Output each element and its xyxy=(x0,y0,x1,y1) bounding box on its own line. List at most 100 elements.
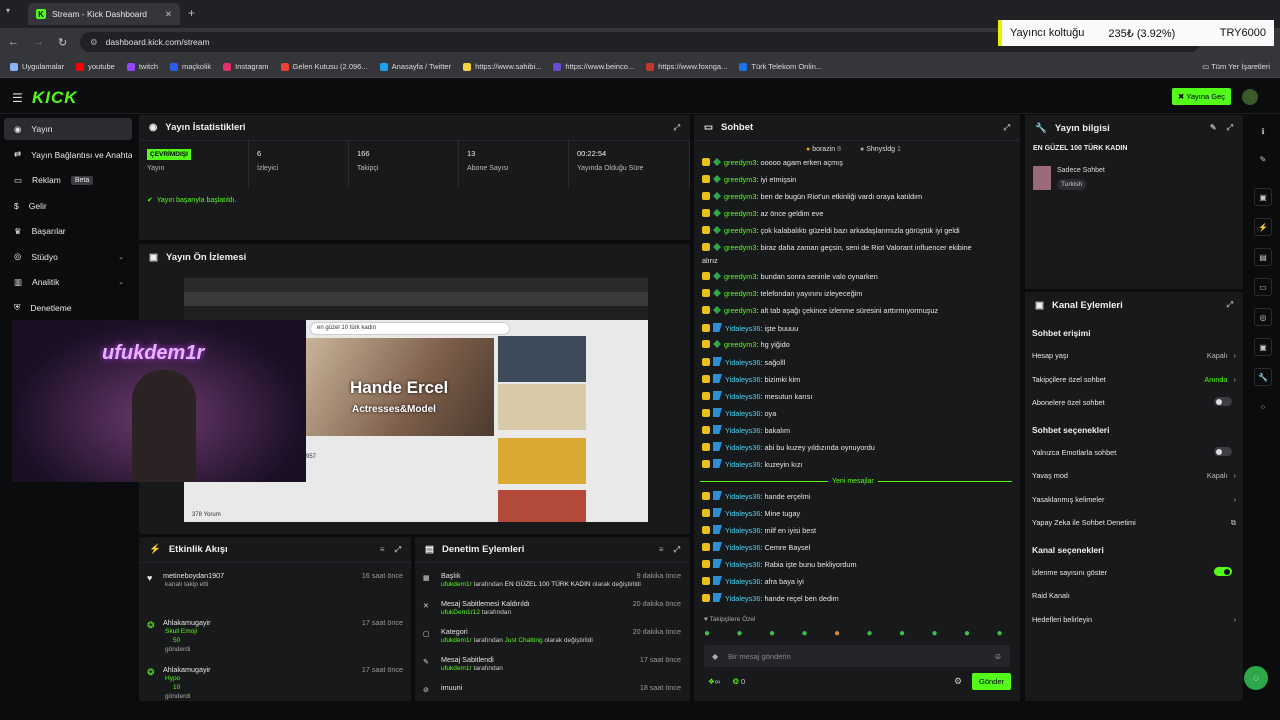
bookmark-item[interactable]: Türk Telekom Onlin... xyxy=(739,62,822,71)
expand-icon[interactable]: ⤢ xyxy=(395,545,401,555)
expand-icon[interactable]: ⤢ xyxy=(674,123,680,133)
reload-icon[interactable]: ↻ xyxy=(58,36,67,49)
chevron-right-icon[interactable]: › xyxy=(1232,471,1236,480)
chat-username[interactable]: greedym3 xyxy=(724,175,756,184)
chat-username[interactable]: Yidaleys36 xyxy=(725,375,760,384)
channel-option-row[interactable]: Yavaş mod Kapalı › xyxy=(1032,471,1236,480)
chevron-down-icon[interactable]: ⌄ xyxy=(118,278,124,286)
forward-icon[interactable]: → xyxy=(33,36,44,48)
close-tab-icon[interactable]: ✕ xyxy=(165,9,172,20)
chat-username[interactable]: Yidaleys36 xyxy=(725,324,760,333)
bookmark-item[interactable]: maçkolik xyxy=(169,62,211,71)
expand-icon[interactable]: ⤢ xyxy=(1227,123,1233,133)
tab-search-icon[interactable]: ▾ xyxy=(6,6,10,15)
channel-option-row[interactable]: Yasaklanmış kelimeler › xyxy=(1032,495,1236,504)
chat-username[interactable]: Yidaleys36 xyxy=(725,358,760,367)
sidebar-item[interactable]: ⛨ Denetleme xyxy=(4,297,132,319)
external-link-icon[interactable]: ⧉ xyxy=(1231,518,1236,527)
chat-username[interactable]: greedym3 xyxy=(724,272,756,281)
bookmark-item[interactable]: Uygulamalar xyxy=(10,62,64,71)
channel-option-row[interactable]: Hedefleri belirleyin › xyxy=(1032,615,1236,624)
sidebar-item[interactable]: ◎ Stüdyo ⌄ xyxy=(4,246,132,268)
site-info-icon[interactable]: ⚙ xyxy=(90,37,98,48)
expand-icon[interactable]: ⤢ xyxy=(674,545,680,555)
save-toggle-icon[interactable]: ▣ xyxy=(1254,338,1272,356)
emote-icon[interactable]: ● xyxy=(932,628,938,639)
bolt-toggle-icon[interactable]: ⚡ xyxy=(1254,218,1272,236)
chat-username[interactable]: greedym3 xyxy=(724,192,756,201)
bookmark-item[interactable]: https://www.beinco... xyxy=(553,62,634,71)
bookmark-item[interactable]: https://www.foxnga... xyxy=(646,62,727,71)
chat-input[interactable]: ◆ Bir mesaj gönderin ☺ xyxy=(704,645,1010,667)
chat-toggle-icon[interactable]: ▭ xyxy=(1254,278,1272,296)
chat-username[interactable]: greedym3 xyxy=(724,306,756,315)
chat-username[interactable]: Yidaleys36 xyxy=(725,409,760,418)
info-icon[interactable]: ℹ xyxy=(1254,122,1272,140)
avatar[interactable] xyxy=(1242,89,1258,105)
list-toggle-icon[interactable]: ▤ xyxy=(1254,248,1272,266)
sidebar-item[interactable]: $ Gelir xyxy=(4,195,132,217)
chat-username[interactable]: greedym3 xyxy=(724,226,756,235)
preview-toggle-icon[interactable]: ▣ xyxy=(1254,188,1272,206)
emoji-icon[interactable]: ☺ xyxy=(994,652,1002,661)
event-user[interactable]: metineboydan1907 xyxy=(163,571,224,580)
chevron-right-icon[interactable]: › xyxy=(1232,351,1236,360)
browser-tab[interactable]: K Stream - Kick Dashboard ✕ xyxy=(28,3,180,25)
mod-user[interactable]: ufukdem1r xyxy=(441,637,472,644)
chat-username[interactable]: Yidaleys36 xyxy=(725,460,760,469)
expand-icon[interactable]: ⤢ xyxy=(1227,300,1233,310)
event-user[interactable]: Ahlakamugayir xyxy=(163,618,211,627)
bookmark-item[interactable]: Gelen Kutusu (2.096... xyxy=(280,62,368,71)
chat-username[interactable]: Yidaleys36 xyxy=(725,509,760,518)
mod-user[interactable]: ufukDem1r12 xyxy=(441,609,480,616)
go-live-button[interactable]: ✖ Yayına Geç xyxy=(1172,88,1232,105)
chat-username[interactable]: greedym3 xyxy=(724,209,756,218)
bookmark-item[interactable]: youtube xyxy=(76,62,115,71)
wrench-toggle-icon[interactable]: 🔧 xyxy=(1254,368,1272,386)
chat-username[interactable]: greedym3 xyxy=(724,289,756,298)
chevron-right-icon[interactable]: › xyxy=(1234,615,1236,624)
bookmark-item[interactable]: twitch xyxy=(126,62,158,71)
bookmark-item[interactable]: https://www.sahibi... xyxy=(463,62,541,71)
chat-username[interactable]: Yidaleys36 xyxy=(725,594,760,603)
expand-icon[interactable]: ⤢ xyxy=(1004,123,1010,133)
emote-icon[interactable]: ● xyxy=(704,628,710,639)
channel-option-row[interactable]: Yapay Zeka ile Sohbet Denetimi ⧉ xyxy=(1032,518,1236,527)
channel-option-row[interactable]: Hesap yaşı Kapalı › xyxy=(1032,351,1236,360)
toggle-switch[interactable] xyxy=(1214,447,1232,456)
emote-icon[interactable]: ● xyxy=(964,628,970,639)
send-button[interactable]: Gönder xyxy=(972,673,1012,690)
channel-option-row[interactable]: İzlenme sayısını göster xyxy=(1032,567,1236,577)
channel-option-row[interactable]: Takipçilere özel sohbet Anında › xyxy=(1032,375,1236,384)
chat-username[interactable]: Yidaleys36 xyxy=(725,543,760,552)
mod-user[interactable]: ufukdem1r xyxy=(441,581,472,588)
sidebar-item[interactable]: ▥ Analitik ⌄ xyxy=(4,271,132,293)
filter-icon[interactable]: ≡ xyxy=(380,545,385,555)
emote-icon[interactable]: ● xyxy=(899,628,905,639)
chat-username[interactable]: Yidaleys36 xyxy=(725,392,760,401)
emote-icon[interactable]: ● xyxy=(997,628,1003,639)
new-tab-icon[interactable]: + xyxy=(188,6,195,20)
chevron-right-icon[interactable]: › xyxy=(1232,375,1236,384)
bookmark-item[interactable]: Instagram xyxy=(223,62,269,71)
edit-icon[interactable]: ✎ xyxy=(1210,123,1217,133)
emote-icon[interactable]: ● xyxy=(834,628,840,639)
chat-settings-icon[interactable]: ⚙ xyxy=(954,676,962,687)
chat-username[interactable]: Yidaleys36 xyxy=(725,492,760,501)
kick-logo[interactable]: KICK xyxy=(32,88,78,108)
bookmark-item[interactable]: Anasayfa / Twitter xyxy=(379,62,451,71)
chat-username[interactable]: Yidaleys36 xyxy=(725,577,760,586)
help-chat-icon[interactable]: ◌ xyxy=(1244,666,1268,690)
sidebar-item[interactable]: ♛ Başarılar xyxy=(4,220,132,242)
emote-icon[interactable]: ● xyxy=(802,628,808,639)
emote-icon[interactable]: ● xyxy=(769,628,775,639)
chat-username[interactable]: greedym3 xyxy=(724,158,756,167)
toggle-switch[interactable] xyxy=(1214,567,1232,576)
sidebar-item[interactable]: ◉ Yayın xyxy=(4,118,132,140)
chat-username[interactable]: Yidaleys36 xyxy=(725,443,760,452)
channel-option-row[interactable]: Yalnızca Emotlarla sohbet xyxy=(1032,447,1236,457)
menu-icon[interactable]: ☰ xyxy=(12,91,23,105)
chevron-down-icon[interactable]: ⌄ xyxy=(118,253,124,261)
grid-icon[interactable]: ⁘ xyxy=(1254,398,1272,416)
channel-option-row[interactable]: Abonelere özel sohbet xyxy=(1032,397,1236,407)
